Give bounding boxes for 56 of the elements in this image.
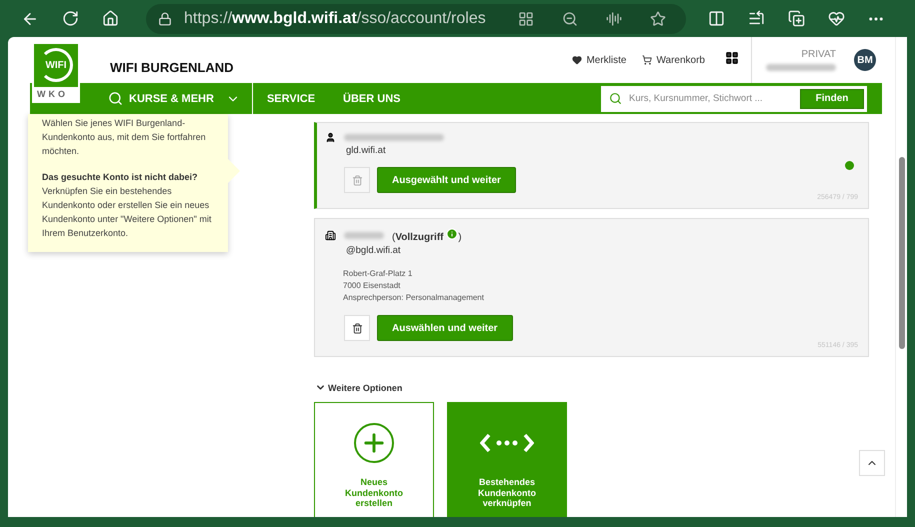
delete-button[interactable]: [344, 315, 370, 341]
search-button[interactable]: Finden: [800, 88, 864, 108]
heart-pulse-icon[interactable]: [828, 10, 844, 27]
address-line: Robert-Graf-Platz 1: [343, 268, 414, 280]
hint-heading: Das gesuchte Konto ist nicht dabei?: [42, 171, 199, 184]
hint-text: Verknüpfen Sie ein bestehendes Kundenkonto oder erstellen Sie ein neues Kundenkonto unter "Weitere Optionen" mit Ihrem Benutzerkonto.: [42, 185, 212, 240]
scrollbar[interactable]: [895, 37, 907, 517]
selected-indicator: [845, 161, 854, 170]
account-email: @bgld.wifi.at: [346, 245, 402, 256]
nav-item[interactable]: SERVICE: [252, 83, 330, 114]
address-line: Ansprechperson: Personalmanagement: [343, 292, 485, 304]
trash-icon: [352, 174, 362, 186]
favorites-list-icon[interactable]: [748, 10, 764, 27]
nav-item[interactable]: KURSE & MEHR: [94, 83, 252, 114]
search-icon: [609, 92, 622, 105]
redacted-name: [766, 64, 836, 71]
course-search-icon: [108, 91, 123, 106]
plus-circle-icon: [354, 423, 394, 463]
building-icon: [325, 230, 336, 241]
address-bar[interactable]: https://www.bgld.wifi.at/sso/account/roles: [146, 4, 686, 34]
person-icon: [325, 132, 336, 143]
refresh-icon[interactable]: [62, 10, 78, 27]
nav-item[interactable]: ÜBER UNS: [329, 83, 414, 114]
cart-icon: [642, 55, 652, 65]
logo-text: WIFI: [45, 60, 67, 70]
continue-button[interactable]: Auswählen und weiter: [377, 315, 513, 341]
split-screen-icon[interactable]: [708, 10, 724, 27]
more-options-toggle[interactable]: Weitere Optionen: [315, 382, 869, 393]
address-line: 7000 Eisenstadt: [343, 280, 402, 292]
apps-grid-icon[interactable]: [725, 50, 739, 64]
lock-icon: [158, 12, 172, 26]
continue-button[interactable]: Ausgewählt und weiter: [377, 167, 516, 193]
site-title: WIFI BURGENLAND: [110, 60, 234, 75]
home-icon[interactable]: [102, 10, 118, 27]
trash-icon: [352, 322, 362, 334]
favorite-star-icon[interactable]: [650, 10, 666, 26]
access-label: (Vollzugriff ): [392, 228, 462, 243]
account-type-label: PRIVAT: [801, 49, 836, 60]
app-grid-icon[interactable]: [518, 10, 534, 26]
redacted-name: [344, 232, 384, 239]
search-field[interactable]: Kurs, Kursnummer, Stichwort ... Finden: [601, 86, 867, 112]
header-link[interactable]: Warenkorb: [642, 54, 705, 66]
url-text: https://www.bgld.wifi.at/sso/account/roles: [184, 10, 487, 28]
account-email: gld.wifi.at: [346, 145, 387, 156]
read-aloud-icon[interactable]: [606, 10, 622, 26]
heart-icon: [572, 55, 582, 65]
option-tile[interactable]: Bestehendes Kundenkonto verknüpfen: [447, 402, 567, 517]
wifi-logo[interactable]: WIFI WKO: [32, 42, 80, 103]
hint-text: Wählen Sie jenes WIFI Burgenland-Kundenkonto aus, mit dem Sie fortfahren möchten.: [42, 117, 207, 158]
logo-text: WKO: [37, 89, 68, 99]
header-link[interactable]: Merkliste: [572, 54, 626, 66]
zoom-out-icon[interactable]: [562, 10, 578, 26]
collections-icon[interactable]: [788, 10, 804, 27]
info-icon[interactable]: [446, 228, 458, 240]
option-tile[interactable]: Neues Kundenkonto erstellen: [314, 402, 434, 517]
user-avatar[interactable]: BM: [854, 49, 876, 71]
